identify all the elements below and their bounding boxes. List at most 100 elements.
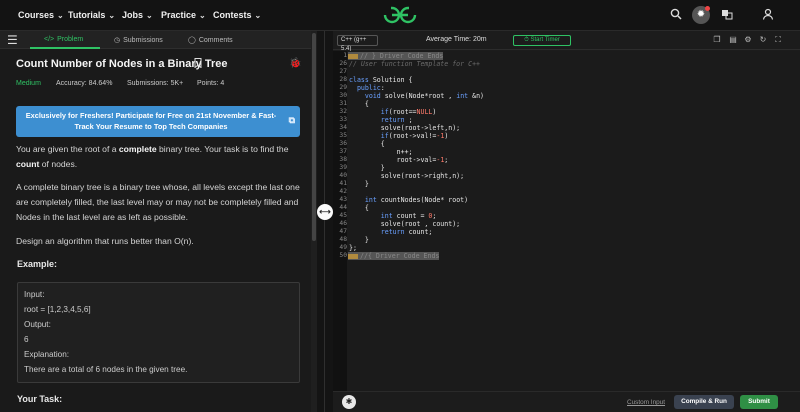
gfg-logo-icon[interactable] xyxy=(383,5,417,25)
language-label: C++ (g++ 5.4) xyxy=(341,37,367,52)
custom-input-link[interactable]: Custom Input xyxy=(627,399,665,406)
editor-bottom-bar: ✱ Custom Input Compile & Run Submit xyxy=(333,391,800,412)
tab-comments[interactable]: ◯ Comments xyxy=(188,36,233,45)
nav-jobs[interactable]: Jobs ⌄ xyxy=(122,10,153,20)
code-line[interactable]: void solve(Node*root , int &n) xyxy=(349,92,484,100)
line-number: 1 xyxy=(343,52,347,59)
line-number: 47 xyxy=(339,228,347,235)
line-number: 33 xyxy=(339,116,347,123)
submissions-stat: Submissions: 5K+ xyxy=(127,80,184,87)
example-line: root = [1,2,3,4,5,6] xyxy=(24,305,91,314)
code-line[interactable]: solve(root , count); xyxy=(349,220,460,228)
code-line[interactable]: class Solution { xyxy=(349,76,413,84)
line-number: 35 xyxy=(339,132,347,139)
bug-report-icon[interactable]: 🐞 xyxy=(289,58,301,69)
clock-icon: ◷ xyxy=(114,37,121,44)
comment-icon: ◯ xyxy=(188,37,196,44)
code-line[interactable]: { xyxy=(349,100,369,108)
line-number: 46 xyxy=(339,220,347,227)
start-timer-label: Start Timer xyxy=(530,37,560,43)
line-number: 43 xyxy=(339,196,347,203)
search-icon[interactable] xyxy=(669,8,683,22)
nav-contests-label: Contests xyxy=(213,10,252,20)
code-line[interactable]: int count = 0; xyxy=(349,212,437,220)
line-number: 41 xyxy=(339,180,347,187)
line-number: 48 xyxy=(339,236,347,243)
active-tab-indicator xyxy=(30,47,100,49)
code-line[interactable]: solve(root->right,n); xyxy=(349,172,464,180)
bookmark-icon[interactable] xyxy=(194,58,202,71)
fullscreen-icon[interactable]: ⛶ xyxy=(773,35,783,45)
line-number: 36 xyxy=(339,140,347,147)
example-line: Explanation: xyxy=(24,350,70,359)
line-number: 40 xyxy=(339,172,347,179)
nav-jobs-label: Jobs xyxy=(122,10,144,20)
example-line: 6 xyxy=(24,335,29,344)
line-number: 42 xyxy=(339,188,347,195)
tab-problem[interactable]: </> Problem xyxy=(44,36,83,43)
settings-icon[interactable]: ⚙ xyxy=(743,35,753,44)
line-number: 44 xyxy=(339,204,347,211)
nav-contests[interactable]: Contests ⌄ xyxy=(213,10,261,20)
editor-toolbar: C++ (g++ 5.4) Average Time: 20m ⏱ Start … xyxy=(333,31,800,52)
code-line[interactable]: return count; xyxy=(349,228,433,236)
your-task-heading: Your Task: xyxy=(17,394,63,404)
code-line[interactable]: { xyxy=(349,204,369,212)
code-line[interactable]: if(root==NULL) xyxy=(349,108,437,116)
example-line: There are a total of 6 nodes in the give… xyxy=(24,365,188,374)
scrollbar-thumb[interactable] xyxy=(312,33,316,241)
code-icon: </> xyxy=(44,36,55,43)
translate-icon[interactable] xyxy=(720,8,734,22)
paste-icon[interactable]: ▤ xyxy=(728,35,738,44)
difficulty-badge: Medium xyxy=(16,80,41,87)
code-line[interactable]: if(root->val!=-1) xyxy=(349,132,449,140)
language-select[interactable]: C++ (g++ 5.4) xyxy=(337,35,378,52)
code-line[interactable]: }; xyxy=(349,244,357,252)
line-number: 39 xyxy=(339,164,347,171)
desc-text: You are given the root of a xyxy=(16,144,119,154)
code-line[interactable]: } xyxy=(349,236,369,244)
promo-banner[interactable]: Exclusively for Freshers! Participate fo… xyxy=(16,106,300,137)
code-line[interactable]: int countNodes(Node* root) xyxy=(349,196,468,204)
code-line[interactable]: n++; xyxy=(349,148,413,156)
hamburger-menu-icon[interactable]: ☰ xyxy=(7,34,18,46)
copy-icon[interactable]: ❐ xyxy=(712,35,722,44)
problem-constraint: Design an algorithm that runs better tha… xyxy=(16,236,194,246)
code-editor[interactable]: 1 26 27 28 29 30 31 32 33 34 35 36 37 38 39 40 41 42 43 44 4… xyxy=(333,51,800,391)
code-line[interactable]: } xyxy=(349,164,385,172)
line-number: 32 xyxy=(339,108,347,115)
tab-comments-label: Comments xyxy=(198,36,233,44)
line-number: 27 xyxy=(339,68,347,75)
line-number: 28 xyxy=(339,76,347,83)
divider-line xyxy=(324,31,325,412)
compile-run-button[interactable]: Compile & Run xyxy=(674,395,734,409)
tab-submissions[interactable]: ◷ Submissions xyxy=(114,36,163,45)
tab-problem-label: Problem xyxy=(57,36,84,43)
code-line[interactable]: // User function Template for C++ xyxy=(349,60,480,68)
chevron-down-icon: ⌄ xyxy=(57,10,64,20)
accuracy-stat: Accuracy: 84.64% xyxy=(56,80,113,87)
code-line[interactable]: root->val=-1; xyxy=(349,156,449,164)
code-line[interactable]: //{ Driver Code Ends xyxy=(348,252,440,260)
nav-tutorials[interactable]: Tutorials ⌄ xyxy=(68,10,115,20)
external-link-icon: ⧉ xyxy=(288,115,295,125)
lightbulb-icon[interactable]: ✱ xyxy=(342,395,356,409)
code-line[interactable]: public: xyxy=(349,84,385,92)
submit-button[interactable]: Submit xyxy=(740,395,778,409)
nav-practice-label: Practice xyxy=(161,10,197,20)
code-line[interactable]: { xyxy=(349,140,385,148)
nav-courses[interactable]: Courses ⌄ xyxy=(18,10,64,20)
start-timer-button[interactable]: ⏱ Start Timer xyxy=(513,35,571,46)
line-number: 29 xyxy=(339,84,347,91)
reset-icon[interactable]: ↻ xyxy=(758,35,768,44)
line-number: 50 xyxy=(339,252,347,259)
user-icon[interactable] xyxy=(761,8,775,22)
code-line[interactable]: solve(root->left,n); xyxy=(349,124,460,132)
line-number: 49 xyxy=(339,244,347,251)
code-line[interactable]: } xyxy=(349,180,369,188)
nav-practice[interactable]: Practice ⌄ xyxy=(161,10,206,20)
code-line[interactable]: return ; xyxy=(349,116,413,124)
nav-courses-label: Courses xyxy=(18,10,55,20)
code-line[interactable]: // } Driver Code Ends xyxy=(348,52,444,60)
points-stat: Points: 4 xyxy=(197,80,225,87)
